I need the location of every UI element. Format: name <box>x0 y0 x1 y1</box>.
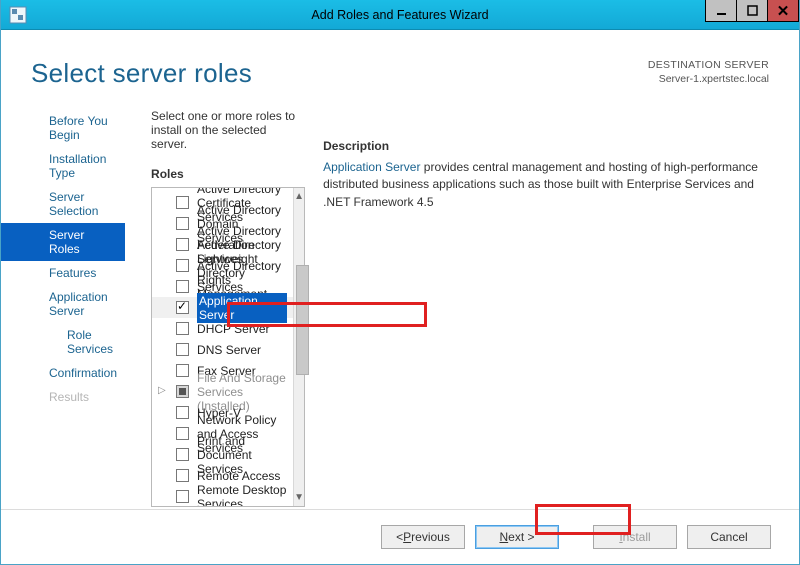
checkbox-icon[interactable] <box>176 322 189 335</box>
wizard-footer: < PPreviousrevious Next > Install Cancel <box>1 509 799 564</box>
scroll-up-icon[interactable]: ▲ <box>294 188 304 205</box>
roles-listbox: Active Directory Certificate Services Ac… <box>151 187 305 507</box>
main-panel: Select one or more roles to install on t… <box>125 99 781 509</box>
role-item[interactable]: Print and Document Services <box>152 444 293 465</box>
role-item[interactable]: DNS Server <box>152 339 293 360</box>
roles-list[interactable]: Active Directory Certificate Services Ac… <box>152 188 293 506</box>
role-label: DHCP Server <box>197 322 269 336</box>
maximize-button[interactable] <box>736 0 768 22</box>
page-title: Select server roles <box>31 58 252 89</box>
window-title: Add Roles and Features Wizard <box>311 8 488 22</box>
checkbox-icon[interactable] <box>176 238 189 251</box>
checkbox-icon[interactable] <box>176 490 189 503</box>
checkbox-icon[interactable] <box>176 469 189 482</box>
sidebar-item-server-selection[interactable]: Server Selection <box>1 185 125 223</box>
close-button[interactable]: ✕ <box>767 0 799 22</box>
minimize-button[interactable] <box>705 0 737 22</box>
checkbox-icon[interactable] <box>176 364 189 377</box>
destination-box: DESTINATION SERVER Server-1.xpertstec.lo… <box>648 58 769 86</box>
checkbox-icon[interactable] <box>176 217 189 230</box>
scroll-down-icon[interactable]: ▼ <box>294 489 304 506</box>
sidebar-item-results: Results <box>1 385 125 409</box>
checkbox-icon[interactable] <box>176 343 189 356</box>
sidebar-item-installation-type[interactable]: Installation Type <box>1 147 125 185</box>
checkbox-icon[interactable] <box>176 301 189 314</box>
cancel-button[interactable]: Cancel <box>687 525 771 549</box>
role-item-file-storage[interactable]: ▷File And Storage Services (Installed) <box>152 381 293 402</box>
role-label: Remote Access <box>197 469 280 483</box>
role-label: DNS Server <box>197 343 261 357</box>
description-link: Application Server <box>323 160 420 174</box>
checkbox-icon[interactable] <box>176 406 189 419</box>
description-text: Application Server provides central mana… <box>323 159 775 211</box>
next-button[interactable]: Next > <box>475 525 559 549</box>
scroll-track[interactable] <box>294 205 304 489</box>
install-button: Install <box>593 525 677 549</box>
sidebar-item-features[interactable]: Features <box>1 261 125 285</box>
destination-label: DESTINATION SERVER <box>648 58 769 72</box>
role-label: Remote Desktop Services <box>197 483 287 507</box>
roles-label: Roles <box>151 167 305 181</box>
main-row: Before You Begin Installation Type Serve… <box>1 99 799 509</box>
sidebar-item-before-you-begin[interactable]: Before You Begin <box>1 109 125 147</box>
sidebar-item-application-server[interactable]: Application Server <box>1 285 125 323</box>
previous-button[interactable]: < PPreviousrevious <box>381 525 465 549</box>
wizard-window: Add Roles and Features Wizard ✕ Select s… <box>0 0 800 565</box>
roles-column: Select one or more roles to install on t… <box>151 109 305 509</box>
checkbox-icon[interactable] <box>176 448 189 461</box>
window-controls: ✕ <box>706 0 799 22</box>
role-item[interactable]: DHCP Server <box>152 318 293 339</box>
checkbox-icon[interactable] <box>176 259 189 272</box>
expand-icon[interactable]: ▷ <box>158 385 166 396</box>
checkbox-icon[interactable] <box>176 280 189 293</box>
role-item-application-server[interactable]: Application Server <box>152 297 293 318</box>
scroll-thumb[interactable] <box>296 265 309 375</box>
checkbox-icon[interactable] <box>176 427 189 440</box>
destination-server: Server-1.xpertstec.local <box>648 72 769 86</box>
sidebar-item-role-services[interactable]: Role Services <box>1 323 125 361</box>
description-column: . Description Application Server provide… <box>323 109 781 509</box>
checkbox-icon[interactable] <box>176 196 189 209</box>
header-row: Select server roles DESTINATION SERVER S… <box>1 30 799 99</box>
role-item[interactable]: Remote Desktop Services <box>152 486 293 506</box>
checkbox-icon[interactable] <box>176 385 189 398</box>
wizard-sidebar: Before You Begin Installation Type Serve… <box>1 99 125 509</box>
app-icon <box>9 6 27 24</box>
roles-scrollbar[interactable]: ▲ ▼ <box>293 188 304 506</box>
sidebar-item-confirmation[interactable]: Confirmation <box>1 361 125 385</box>
intro-text: Select one or more roles to install on t… <box>151 109 305 151</box>
description-label: Description <box>323 139 775 153</box>
content-area: Select server roles DESTINATION SERVER S… <box>1 30 799 509</box>
sidebar-item-server-roles[interactable]: Server Roles <box>1 223 125 261</box>
titlebar: Add Roles and Features Wizard ✕ <box>1 0 799 30</box>
